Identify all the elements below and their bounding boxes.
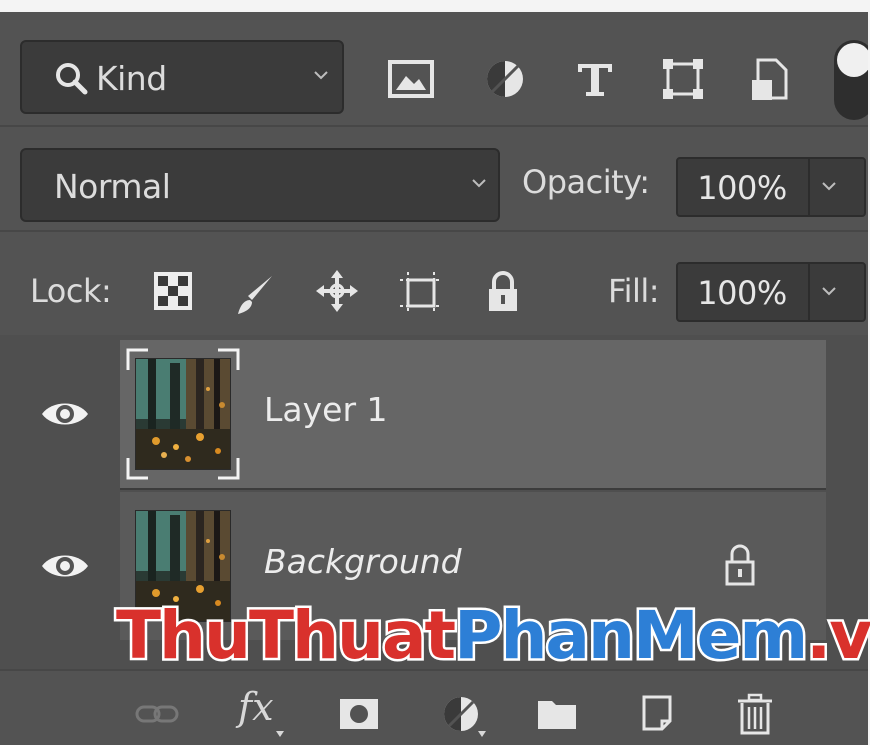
chevron-down-icon[interactable] [820, 177, 838, 195]
layer-divider [120, 488, 826, 490]
blend-row: Normal Opacity: 100% [0, 127, 868, 232]
lock-image-pixels-icon[interactable] [232, 272, 278, 318]
blend-mode-label: Normal [54, 167, 171, 206]
fill-label: Fill: [608, 272, 660, 310]
toggle-knob [837, 43, 868, 77]
layer-thumbnail[interactable] [135, 510, 231, 622]
divider [808, 159, 810, 215]
eye-icon[interactable] [40, 394, 90, 434]
chevron-down-icon [472, 179, 486, 188]
filter-row: Kind [0, 12, 868, 127]
lock-row: Lock: Fill: 100% [0, 232, 868, 335]
layer-mask-icon[interactable] [336, 691, 382, 737]
trash-icon[interactable] [732, 691, 778, 737]
kind-filter-select[interactable]: Kind [20, 40, 344, 114]
layer-style-icon[interactable]: fx [238, 685, 274, 729]
lock-all-icon[interactable] [480, 268, 526, 314]
fill-value[interactable]: 100% [678, 274, 806, 312]
layer-name[interactable]: Background [264, 542, 462, 581]
new-layer-icon[interactable] [634, 691, 680, 737]
opacity-field[interactable]: 100% [676, 157, 866, 217]
bottom-toolbar: fx [0, 669, 868, 745]
filter-toggle[interactable] [834, 40, 868, 120]
layer-name[interactable]: Layer 1 [264, 390, 388, 429]
divider [808, 264, 810, 320]
layer-row-layer-1[interactable]: Layer 1 [0, 340, 868, 488]
pixel-layer-filter-icon[interactable] [384, 52, 438, 106]
dropdown-triangle-icon [478, 731, 486, 737]
dropdown-triangle-icon [276, 731, 284, 737]
chevron-down-icon [314, 71, 328, 80]
shape-layer-filter-icon[interactable] [656, 52, 710, 106]
adjustment-layer-filter-icon[interactable] [478, 52, 532, 106]
smart-object-filter-icon[interactable] [744, 52, 798, 106]
opacity-label: Opacity: [522, 163, 650, 201]
lock-position-icon[interactable] [314, 268, 360, 314]
chevron-down-icon[interactable] [820, 282, 838, 300]
link-layers-icon[interactable] [134, 691, 180, 737]
lock-transparent-pixels-icon[interactable] [150, 268, 196, 314]
search-icon [56, 63, 88, 95]
kind-filter-label: Kind [96, 59, 167, 98]
lock-artboard-icon[interactable] [398, 268, 444, 314]
type-layer-filter-icon[interactable] [568, 52, 622, 106]
layer-row-background[interactable]: Background [0, 492, 868, 640]
eye-icon[interactable] [40, 546, 90, 586]
group-folder-icon[interactable] [534, 691, 580, 737]
fill-field[interactable]: 100% [676, 262, 866, 322]
layers-list: Layer 1 Background [0, 335, 868, 669]
opacity-value[interactable]: 100% [678, 169, 806, 207]
forest-thumbnail-image [136, 511, 230, 621]
blend-mode-select[interactable]: Normal [20, 148, 500, 222]
lock-icon[interactable] [722, 542, 758, 588]
layers-panel: Kind Normal Opacity: 100% Lock: Fill: 10… [0, 12, 868, 745]
selection-frame [126, 348, 240, 480]
lock-label: Lock: [30, 272, 112, 310]
